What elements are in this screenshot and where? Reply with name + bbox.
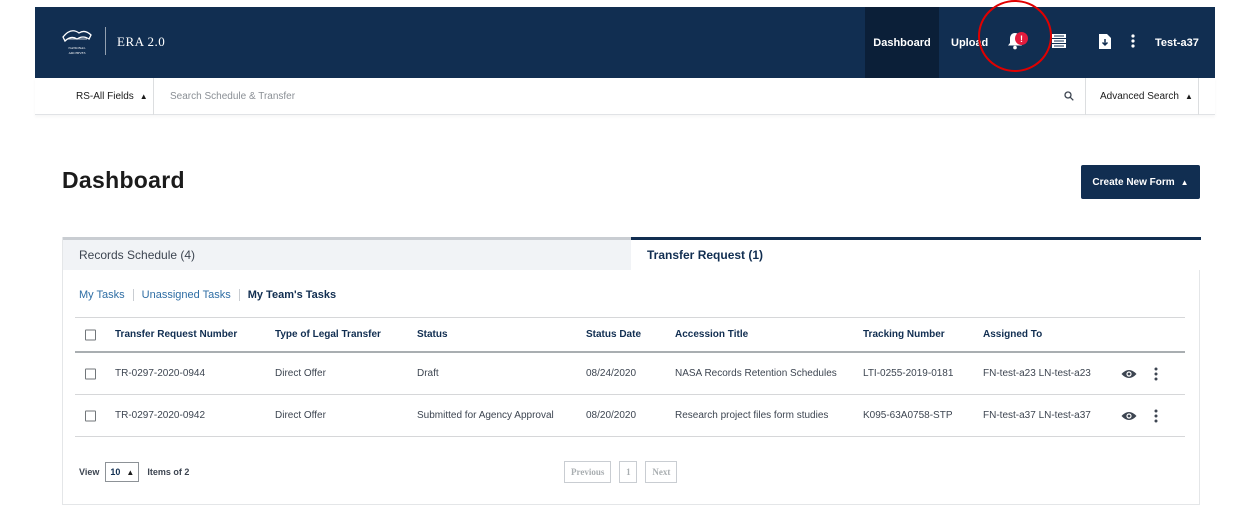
legal-transfer-type: Direct Offer bbox=[275, 410, 326, 421]
sort-caret-icon: ▲︎ bbox=[139, 92, 148, 101]
table-footer: View 10 ▲︎ Items of 2 bbox=[79, 461, 189, 483]
status-date: 08/24/2020 bbox=[586, 368, 637, 379]
pagination: Previous 1 Next bbox=[564, 461, 678, 483]
sort-caret-icon: ▲︎ bbox=[126, 467, 135, 477]
column-header[interactable]: Tracking Number bbox=[863, 318, 945, 351]
tracking-number: LTI-0255-2019-0181 bbox=[863, 368, 954, 379]
page-title: Dashboard bbox=[62, 167, 185, 193]
table-row: TR-0297-2020-0942 Direct Offer Submitted… bbox=[75, 395, 1185, 437]
view-label: View bbox=[79, 467, 100, 477]
create-new-form-button[interactable]: Create New Form ▲︎ bbox=[1081, 165, 1200, 199]
legal-transfer-type: Direct Offer bbox=[275, 368, 326, 379]
advanced-search-select[interactable]: Advanced Search ▲︎ bbox=[1085, 78, 1199, 115]
task-filter-tabs: My Tasks Unassigned Tasks My Team's Task… bbox=[79, 286, 344, 304]
next-page-button[interactable]: Next bbox=[645, 461, 678, 483]
svg-text:ARCHIVES: ARCHIVES bbox=[69, 51, 86, 55]
search-field-select[interactable]: RS-All Fields ▲︎ bbox=[62, 78, 154, 115]
previous-page-button[interactable]: Previous bbox=[564, 461, 612, 483]
accession-title: Research project files form studies bbox=[675, 410, 829, 421]
national-archives-logo-icon[interactable]: NATIONAL ARCHIVES bbox=[59, 23, 95, 59]
search-input[interactable] bbox=[170, 86, 870, 106]
items-count: Items of 2 bbox=[147, 467, 190, 477]
page-size-value: 10 bbox=[110, 467, 121, 477]
table-header-row: Transfer Request Number Type of Legal Tr… bbox=[75, 317, 1185, 353]
app-name[interactable]: ERA 2.0 bbox=[117, 34, 165, 50]
column-header[interactable]: Transfer Request Number bbox=[115, 318, 237, 351]
tab-transfer-request[interactable]: Transfer Request (1) bbox=[631, 237, 1201, 270]
assigned-to: FN-test-a23 LN-test-a23 bbox=[983, 368, 1091, 379]
search-icon[interactable] bbox=[1057, 84, 1081, 108]
sort-caret-icon: ▲︎ bbox=[1180, 177, 1189, 187]
tasks-card: Records Schedule (4) Transfer Request (1… bbox=[62, 237, 1201, 505]
page-size-select[interactable]: 10 ▲︎ bbox=[105, 462, 140, 482]
search-bar: RS-All Fields ▲︎ Advanced Search ▲︎ bbox=[35, 78, 1215, 115]
transfer-request-table: Transfer Request Number Type of Legal Tr… bbox=[75, 317, 1185, 437]
more-vertical-icon[interactable] bbox=[1121, 29, 1145, 53]
transfer-request-number[interactable]: TR-0297-2020-0944 bbox=[115, 353, 205, 394]
status-date: 08/20/2020 bbox=[586, 410, 637, 421]
column-header[interactable]: Status Date bbox=[586, 318, 641, 351]
status: Draft bbox=[417, 368, 439, 379]
subtab-my-teams-tasks[interactable]: My Team's Tasks bbox=[240, 289, 344, 301]
page-number-button[interactable]: 1 bbox=[619, 461, 638, 483]
create-new-form-label: Create New Form bbox=[1092, 176, 1175, 188]
row-checkbox[interactable] bbox=[85, 410, 96, 421]
tracking-number: K095-63A0758-STP bbox=[863, 410, 953, 421]
select-all-checkbox[interactable] bbox=[85, 329, 96, 340]
eye-icon[interactable] bbox=[1120, 365, 1138, 383]
logo-divider bbox=[105, 27, 106, 55]
nav-dashboard[interactable]: Dashboard bbox=[865, 7, 939, 78]
subtab-unassigned-tasks[interactable]: Unassigned Tasks bbox=[134, 289, 240, 301]
user-menu[interactable]: Test-a37 bbox=[1155, 7, 1199, 78]
table-row: TR-0297-2020-0944 Direct Offer Draft 08/… bbox=[75, 353, 1185, 395]
download-file-icon[interactable] bbox=[1093, 29, 1117, 53]
subtab-my-tasks[interactable]: My Tasks bbox=[79, 289, 134, 301]
column-header[interactable]: Status bbox=[417, 318, 448, 351]
column-header[interactable]: Accession Title bbox=[675, 318, 748, 351]
svg-text:NATIONAL: NATIONAL bbox=[68, 46, 85, 50]
status: Submitted for Agency Approval bbox=[417, 410, 554, 421]
column-header[interactable]: Assigned To bbox=[983, 318, 1042, 351]
search-field-label: RS-All Fields bbox=[76, 91, 134, 102]
tab-records-schedule[interactable]: Records Schedule (4) bbox=[63, 237, 631, 270]
eye-icon[interactable] bbox=[1120, 407, 1138, 425]
sort-caret-icon: ▲︎ bbox=[1184, 92, 1193, 101]
column-header[interactable]: Type of Legal Transfer bbox=[275, 318, 381, 351]
more-vertical-icon[interactable] bbox=[1150, 406, 1162, 426]
notification-highlight-circle bbox=[978, 0, 1052, 72]
assigned-to: FN-test-a37 LN-test-a37 bbox=[983, 410, 1091, 421]
transfer-request-number[interactable]: TR-0297-2020-0942 bbox=[115, 395, 205, 436]
row-checkbox[interactable] bbox=[85, 368, 96, 379]
advanced-search-label: Advanced Search bbox=[1100, 91, 1179, 102]
more-vertical-icon[interactable] bbox=[1150, 364, 1162, 384]
accession-title: NASA Records Retention Schedules bbox=[675, 368, 837, 379]
